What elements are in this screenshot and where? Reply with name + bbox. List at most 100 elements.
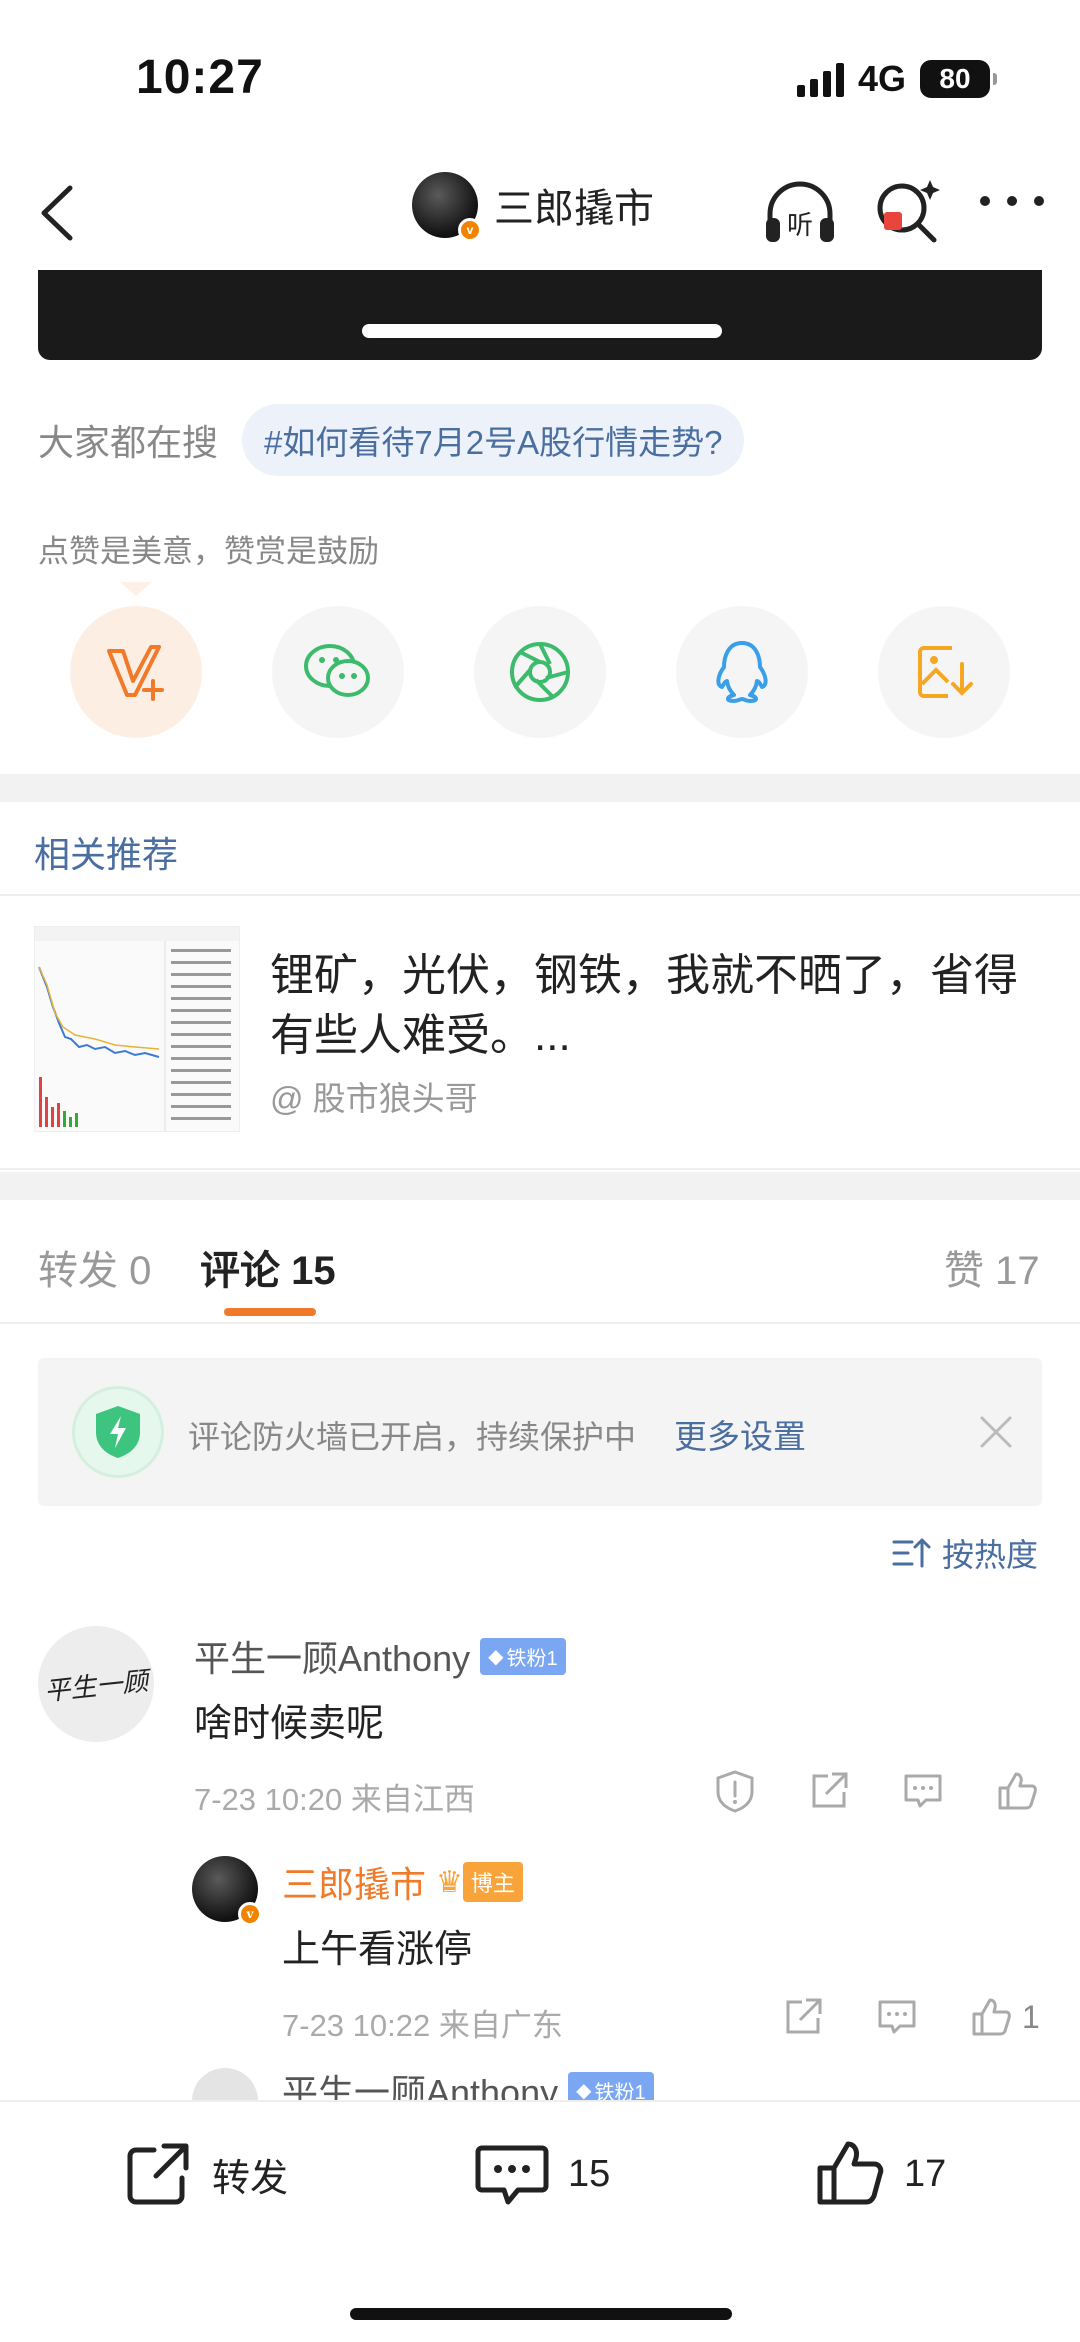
tab-likes-label: 赞 bbox=[944, 1249, 984, 1293]
like-button[interactable]: 1 bbox=[968, 1994, 1040, 2040]
comment-text: 上午看涨停 bbox=[282, 1929, 473, 1971]
home-indicator bbox=[350, 2308, 732, 2320]
comment-count: 15 bbox=[568, 2152, 611, 2195]
reward-pointer bbox=[120, 582, 152, 596]
section-divider bbox=[0, 774, 1080, 802]
comment-button[interactable]: 15 bbox=[474, 2138, 610, 2210]
status-bar: 10:27 4G 80 bbox=[0, 0, 1080, 150]
repost-button[interactable]: 转发 bbox=[122, 2138, 288, 2210]
tab-comments[interactable]: 评论 15 bbox=[200, 1238, 336, 1296]
hot-search: 大家都在搜 #如何看待7月2号A股行情走势? bbox=[38, 404, 745, 476]
wechat-icon bbox=[304, 644, 370, 697]
divider bbox=[0, 894, 1080, 896]
close-button[interactable] bbox=[976, 1412, 1016, 1452]
like-count: 1 bbox=[1022, 1998, 1040, 2035]
save-image-icon bbox=[918, 646, 973, 698]
firewall-text: 评论防火墙已开启，持续保护中 bbox=[188, 1419, 637, 1455]
share-moments-button[interactable] bbox=[474, 606, 606, 738]
more-button[interactable] bbox=[980, 196, 1044, 216]
share-icon[interactable] bbox=[780, 1994, 826, 2040]
related-item-author[interactable]: @ 股市狼头哥 bbox=[270, 1072, 478, 1120]
comment-reply: 平生一顾Anthony ◆ 铁粉1 bbox=[0, 2064, 1080, 2100]
diamond-icon: ◆ bbox=[576, 2079, 592, 2101]
like-count: 17 bbox=[904, 2152, 947, 2195]
diamond-icon: ◆ bbox=[488, 1645, 504, 1668]
report-icon[interactable] bbox=[712, 1768, 758, 1814]
verified-icon: v bbox=[458, 218, 482, 242]
tab-likes[interactable]: 赞 17 bbox=[944, 1238, 1040, 1296]
avatar[interactable]: 平生一顾 bbox=[38, 1626, 154, 1742]
bottom-action-bar: 转发 15 17 bbox=[0, 2100, 1080, 2342]
fan-badge-label: 铁粉1 bbox=[594, 2081, 646, 2101]
comment-actions bbox=[712, 1768, 1040, 1814]
fan-badge: ◆ 铁粉1 bbox=[480, 1637, 566, 1675]
active-tab-indicator bbox=[224, 1308, 316, 1316]
comment-author-name: 平生一顾Anthony bbox=[194, 1638, 471, 1679]
moments-aperture-icon bbox=[510, 642, 570, 702]
video-progress-bar[interactable] bbox=[362, 324, 722, 338]
repost-icon bbox=[127, 2143, 189, 2205]
tab-reposts[interactable]: 转发 0 bbox=[38, 1238, 151, 1296]
reply-icon[interactable] bbox=[900, 1768, 946, 1814]
author-header[interactable]: v 三郎撬市 bbox=[412, 172, 654, 242]
battery-icon: 80 bbox=[920, 60, 997, 98]
interaction-tabs: 转发 0 评论 15 赞 17 bbox=[0, 1234, 1080, 1324]
network-type: 4G bbox=[857, 58, 906, 99]
related-item[interactable]: 锂矿，光伏，钢铁，我就不晒了，省得有些人难受。... @ 股市狼头哥 bbox=[34, 926, 1054, 1136]
host-badge: 博主 bbox=[462, 1862, 523, 1902]
comment-meta: 7-23 10:22 来自广东 bbox=[282, 2008, 563, 2043]
divider bbox=[0, 1322, 1080, 1324]
comment-actions: 1 bbox=[780, 1994, 1040, 2040]
comment-author[interactable]: 平生一顾Anthony ◆ 铁粉1 bbox=[194, 1630, 566, 1682]
status-time: 10:27 bbox=[136, 51, 264, 104]
thumbs-up-icon bbox=[817, 2141, 884, 2205]
tab-reposts-count: 0 bbox=[129, 1249, 152, 1293]
section-divider bbox=[0, 1172, 1080, 1200]
avatar[interactable]: v bbox=[192, 1856, 262, 1926]
listen-button[interactable]: 听 bbox=[760, 178, 840, 248]
page-title[interactable]: 三郎撬市 bbox=[494, 176, 654, 234]
comment-icon bbox=[475, 2145, 549, 2205]
fan-badge-label: 铁粉1 bbox=[506, 1647, 558, 1670]
avatar[interactable] bbox=[192, 2068, 258, 2100]
video-player[interactable] bbox=[38, 270, 1042, 360]
more-settings-link[interactable]: 更多设置 bbox=[674, 1410, 806, 1458]
reward-note: 点赞是美意，赞赏是鼓励 bbox=[38, 534, 379, 569]
headphones-icon: 听 bbox=[766, 181, 834, 242]
more-icon bbox=[980, 196, 990, 206]
qq-penguin-icon bbox=[716, 641, 768, 703]
save-image-button[interactable] bbox=[878, 606, 1010, 738]
back-button[interactable] bbox=[24, 178, 94, 248]
crown-icon: ♛ bbox=[436, 1865, 463, 1899]
comment-item: 平生一顾 平生一顾Anthony ◆ 铁粉1 啥时候卖呢 7-23 10:20 … bbox=[0, 1626, 1080, 1826]
hot-search-label: 大家都在搜 bbox=[38, 422, 219, 463]
sort-label: 按热度 bbox=[941, 1537, 1038, 1573]
share-icon[interactable] bbox=[806, 1768, 852, 1814]
sort-icon bbox=[892, 1538, 931, 1568]
search-button[interactable] bbox=[870, 174, 946, 250]
related-thumbnail[interactable] bbox=[34, 926, 240, 1132]
sort-by-hot-button[interactable]: 按热度 bbox=[892, 1530, 1038, 1576]
reply-icon[interactable] bbox=[874, 1994, 920, 2040]
comment-meta: 7-23 10:20 来自江西 bbox=[194, 1782, 475, 1817]
tab-reposts-label: 转发 bbox=[38, 1249, 118, 1293]
hot-search-tag[interactable]: #如何看待7月2号A股行情走势? bbox=[242, 404, 745, 476]
share-wechat-button[interactable] bbox=[272, 606, 404, 738]
related-title: 相关推荐 bbox=[34, 834, 179, 875]
fan-badge: ◆ 铁粉1 bbox=[568, 2071, 654, 2101]
status-indicators: 4G 80 bbox=[796, 58, 997, 100]
comment-author[interactable]: 三郎撬市 ♛ 博主 bbox=[282, 1856, 523, 1908]
battery-level: 80 bbox=[939, 63, 971, 94]
avatar[interactable]: v bbox=[412, 172, 482, 242]
divider bbox=[0, 1168, 1080, 1170]
comment-firewall-notice: 评论防火墙已开启，持续保护中 更多设置 bbox=[38, 1358, 1042, 1506]
related-item-title[interactable]: 锂矿，光伏，钢铁，我就不晒了，省得有些人难受。... bbox=[270, 946, 1050, 1066]
avatar-calligraphy: 平生一顾 bbox=[42, 1666, 150, 1707]
comment-author[interactable]: 平生一顾Anthony ◆ 铁粉1 bbox=[282, 2064, 654, 2100]
thumbs-up-icon[interactable] bbox=[994, 1768, 1040, 1814]
like-button[interactable]: 17 bbox=[814, 2138, 946, 2210]
top-nav: v 三郎撬市 听 bbox=[0, 150, 1080, 270]
reward-button[interactable] bbox=[70, 606, 202, 738]
share-qq-button[interactable] bbox=[676, 606, 808, 738]
comment-text: 啥时候卖呢 bbox=[194, 1703, 385, 1745]
